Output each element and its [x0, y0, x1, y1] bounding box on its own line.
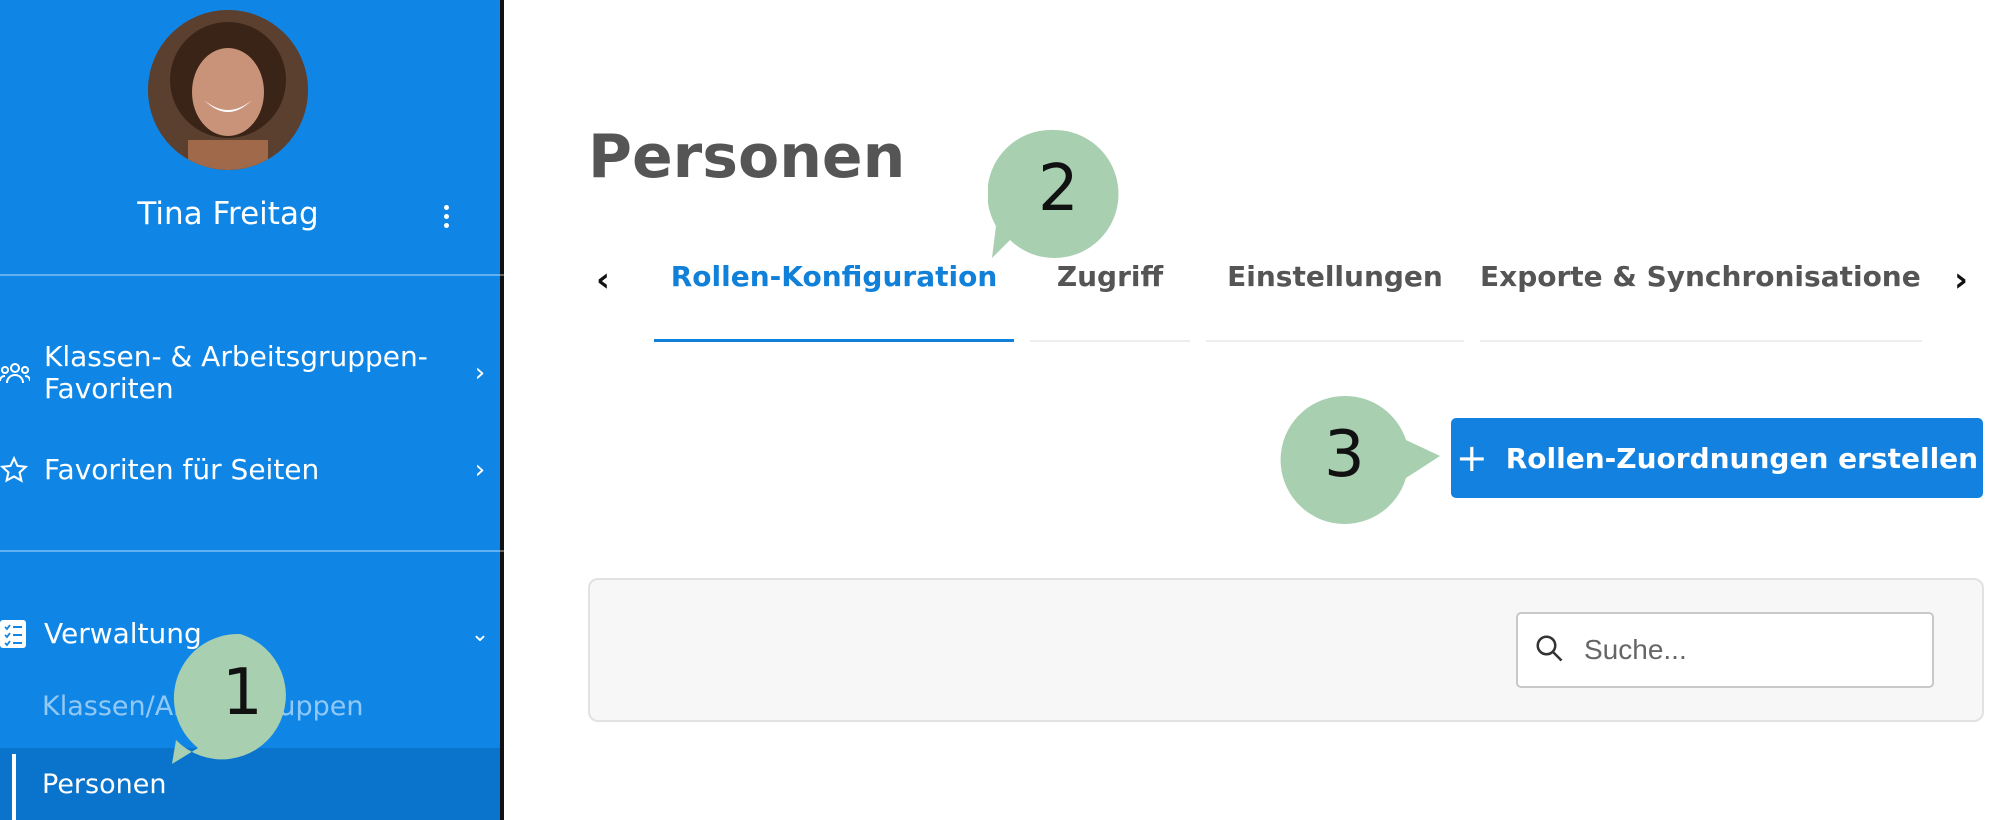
tab-rollen-konfiguration[interactable]: Rollen-Konfiguration — [654, 258, 1014, 342]
sidebar-item-label-line2: Favoriten — [44, 372, 174, 405]
checklist-icon — [0, 620, 44, 648]
button-label: Rollen-Zuordnungen erstellen — [1505, 441, 1979, 475]
avatar-photo — [148, 10, 308, 170]
tab-label: Zugriff — [1056, 260, 1164, 293]
sidebar-item-class-favorites[interactable]: Klassen- & Arbeitsgruppen- Favoriten › — [0, 338, 500, 408]
sidebar-item-page-favorites[interactable]: Favoriten für Seiten › — [0, 450, 500, 490]
tab-einstellungen[interactable]: Einstellungen — [1206, 258, 1464, 342]
user-name: Tina Freitag — [137, 196, 319, 232]
callout-number: 3 — [1324, 418, 1365, 492]
star-icon — [0, 456, 44, 484]
sidebar-item-label-line1: Klassen- & Arbeitsgruppen- — [44, 340, 428, 373]
callout-2: 2 — [988, 126, 1124, 262]
sidebar-item-label: Favoriten für Seiten — [44, 453, 320, 486]
callout-3: 3 — [1278, 392, 1446, 528]
callout-number: 1 — [222, 656, 263, 730]
sidebar-item-label: Klassen- & Arbeitsgruppen- Favoriten — [44, 341, 460, 405]
search-icon — [1534, 633, 1564, 667]
sidebar-divider — [0, 550, 504, 552]
callout-number: 2 — [1038, 152, 1079, 226]
more-options-icon[interactable] — [438, 202, 454, 234]
avatar[interactable] — [148, 10, 308, 170]
callout-1: 1 — [172, 630, 308, 766]
group-icon — [0, 361, 44, 385]
tab-label: Einstellungen — [1227, 260, 1443, 293]
search-field[interactable] — [1516, 612, 1934, 688]
page-title: Personen — [588, 122, 906, 192]
search-input[interactable] — [1584, 634, 1914, 666]
tabs-prev-arrow-icon[interactable]: ‹ — [596, 260, 610, 300]
tab-exporte[interactable]: Exporte & Synchronisationen — [1480, 258, 1922, 342]
tab-label: Rollen-Konfiguration — [670, 260, 998, 293]
tab-label: Exporte & Synchronisationen — [1480, 260, 1922, 293]
tabs-next-arrow-icon[interactable]: › — [1954, 260, 1968, 300]
chevron-right-icon: › — [474, 358, 486, 388]
sidebar-subitem-label: Personen — [42, 768, 167, 800]
chevron-right-icon: › — [474, 455, 486, 485]
tab-zugriff[interactable]: Zugriff — [1030, 258, 1190, 342]
plus-icon: + — [1455, 436, 1488, 480]
chevron-down-icon: ⌄ — [470, 621, 490, 647]
sidebar-divider — [0, 274, 504, 276]
create-role-assignments-button[interactable]: + Rollen-Zuordnungen erstellen — [1451, 418, 1983, 498]
